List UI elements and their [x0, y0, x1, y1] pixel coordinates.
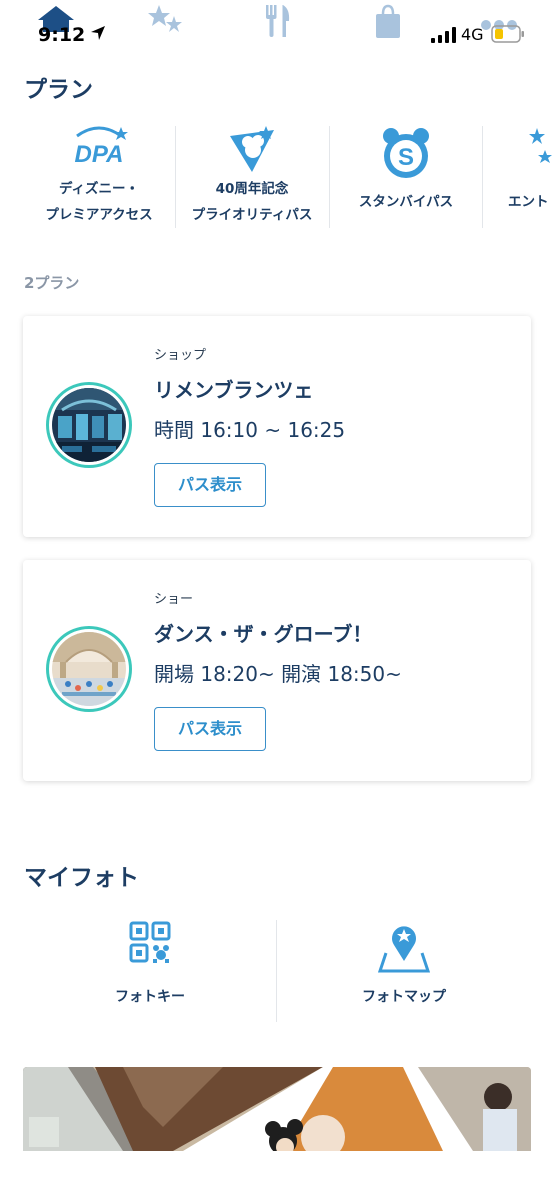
svg-text:S: S — [398, 144, 414, 171]
photo-map-icon — [377, 921, 431, 979]
photo-banner[interactable] — [23, 1067, 531, 1151]
plan-category-priority-pass-line1: 40周年記念 — [215, 181, 289, 197]
dpa-icon: DPA — [67, 124, 131, 178]
plan-title: リメンブランツェ — [154, 378, 314, 402]
plan-category-priority-pass[interactable]: 40周年記念 プライオリティパス — [176, 120, 328, 232]
plan-count: 2プラン — [24, 274, 80, 292]
shopping-bag-icon[interactable] — [374, 3, 402, 43]
plan-category-standby-pass[interactable]: S スタンバイパス — [330, 120, 482, 232]
plan-category-label: ショー — [154, 592, 194, 607]
standby-pass-icon: S — [378, 124, 434, 184]
photo-key-item[interactable]: フォトキー — [0, 918, 276, 1022]
plan-card[interactable]: ショー ダンス・ザ・グローブ！ 開場 18:20~ 開演 18:50~ パス表示 — [23, 560, 531, 781]
plan-category-dpa-line1: ディズニー・ — [58, 181, 140, 197]
show-photo — [52, 632, 126, 706]
plan-section-title: プラン — [24, 77, 93, 103]
plan-time: 開場 18:20~ 開演 18:50~ — [154, 662, 402, 686]
battery-icon — [491, 24, 525, 48]
photo-key-label: フォトキー — [115, 989, 185, 1005]
plan-category-entry-request[interactable]: エント — [490, 120, 554, 232]
plan-category-dpa[interactable]: DPA ディズニー・ プレミアアクセス — [24, 120, 174, 232]
plan-category-priority-pass-line2: プライオリティパス — [191, 207, 313, 223]
entry-request-icon — [527, 124, 554, 180]
divider — [482, 126, 483, 228]
plan-category-label: ショップ — [154, 348, 207, 363]
shop-photo — [52, 388, 126, 462]
photo-map-label: フォトマップ — [362, 989, 446, 1005]
plan-title: ダンス・ザ・グローブ！ — [154, 622, 373, 646]
plan-category-entry-line1: エント — [508, 194, 549, 210]
dining-icon[interactable] — [263, 3, 293, 43]
show-pass-button[interactable]: パス表示 — [154, 463, 266, 507]
stars-icon[interactable] — [147, 2, 185, 44]
show-pass-button[interactable]: パス表示 — [154, 707, 266, 751]
plan-thumbnail — [46, 626, 132, 712]
signal-icon — [431, 27, 457, 47]
network-type: 4G — [461, 25, 484, 44]
plan-category-row: DPA ディズニー・ プレミアアクセス 40周年記念 プライオリティパス S ス… — [0, 120, 554, 232]
plan-thumbnail — [46, 382, 132, 468]
photo-section-title: マイフォト — [24, 865, 139, 891]
plan-card[interactable]: ショップ リメンブランツェ 時間 16:10 ~ 16:25 パス表示 — [23, 316, 531, 537]
anniversary-pennant-icon — [222, 124, 282, 180]
plan-category-standby-pass-line1: スタンバイパス — [358, 194, 454, 210]
plan-time: 時間 16:10 ~ 16:25 — [154, 418, 346, 442]
top-bar: 9:12 4G — [0, 0, 554, 60]
plan-category-dpa-line2: プレミアアクセス — [45, 207, 153, 223]
qr-photo-key-icon — [129, 921, 171, 969]
photo-map-item[interactable]: フォトマップ — [277, 918, 553, 1022]
photo-menu-row: フォトキー フォトマップ — [0, 918, 554, 1022]
location-arrow-icon — [90, 25, 106, 45]
svg-text:DPA: DPA — [75, 141, 124, 168]
status-time: 9:12 — [38, 24, 86, 46]
